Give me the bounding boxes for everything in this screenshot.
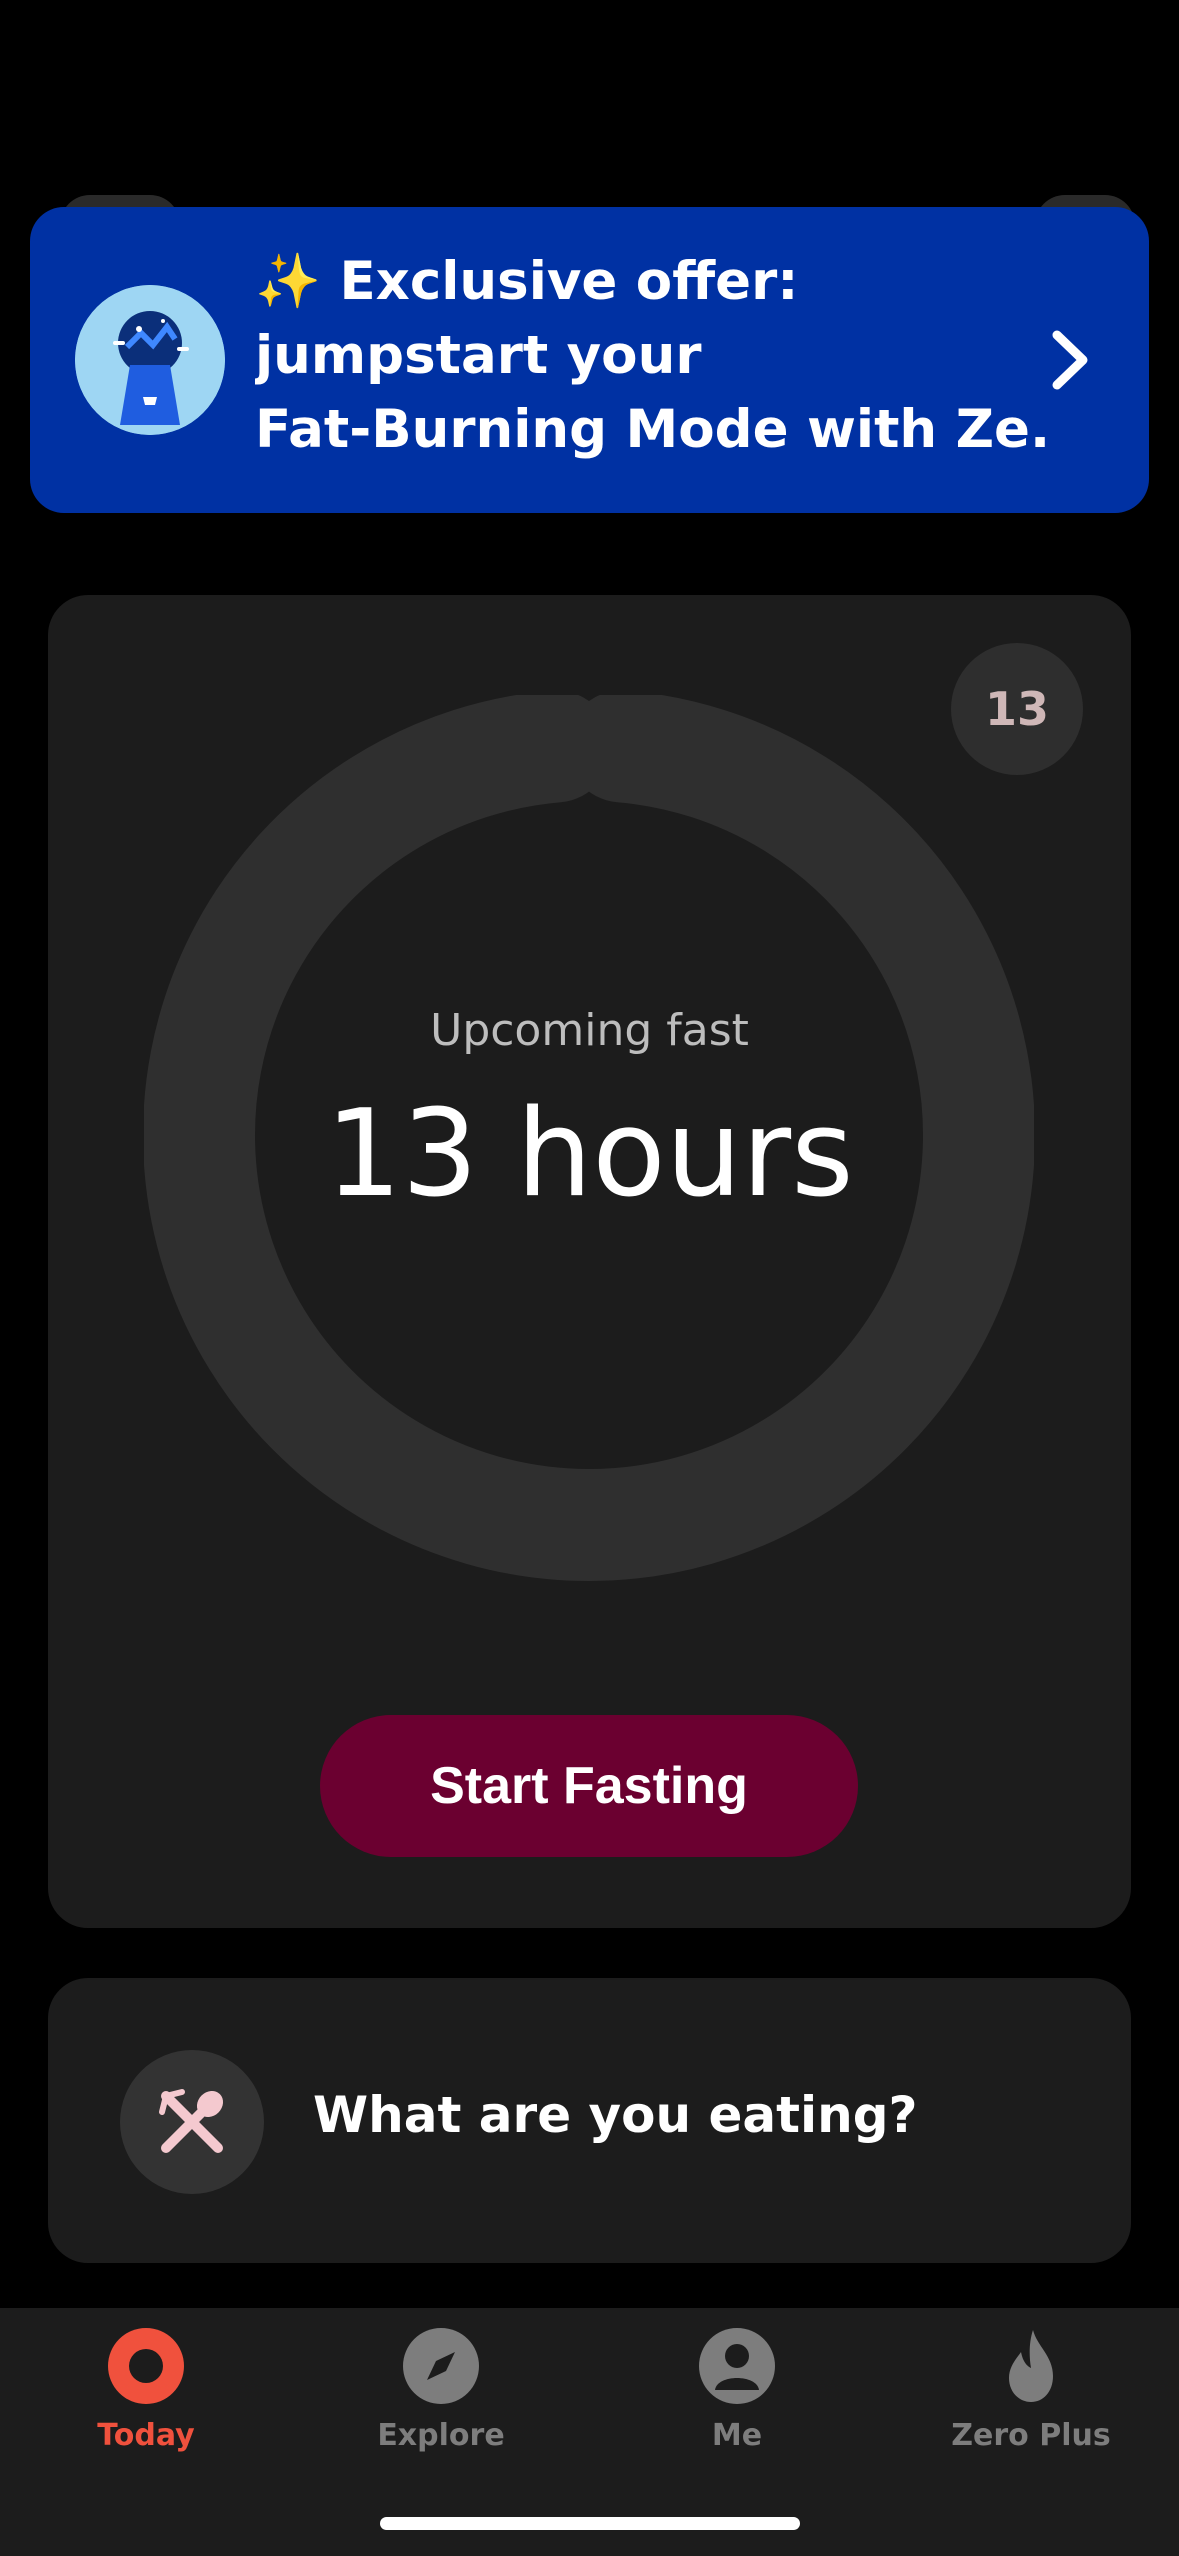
offer-line-1: ✨ Exclusive offer: <box>255 251 799 312</box>
fast-duration: 13 hours <box>325 1085 854 1224</box>
flame-icon <box>1009 2330 1053 2402</box>
tab-explore[interactable]: Explore <box>321 2328 561 2453</box>
start-fasting-button[interactable]: Start Fasting <box>320 1715 858 1857</box>
home-indicator[interactable] <box>380 2517 800 2530</box>
tab-label: Today <box>97 2418 195 2453</box>
person-icon <box>699 2328 775 2404</box>
fork-spoon-icon <box>120 2050 264 2194</box>
exclusive-offer-banner[interactable]: ✨ Exclusive offer: jumpstart your Fat-Bu… <box>30 207 1149 513</box>
fast-status-label: Upcoming fast <box>430 1005 749 1056</box>
fasting-card: 13 Upcoming fast 13 hours Start Fasting <box>48 595 1131 1928</box>
food-log-prompt: What are you eating? <box>313 2086 918 2144</box>
keyhole-illustration-icon <box>75 285 225 435</box>
tab-today[interactable]: Today <box>26 2328 266 2453</box>
offer-line-2: jumpstart your <box>255 325 702 386</box>
offer-text: ✨ Exclusive offer: jumpstart your Fat-Bu… <box>255 245 1055 467</box>
ring-icon <box>108 2328 184 2404</box>
tab-label: Me <box>711 2418 763 2453</box>
tab-zero-plus[interactable]: Zero Plus <box>911 2328 1151 2453</box>
tab-me[interactable]: Me <box>617 2328 857 2453</box>
tab-label: Explore <box>377 2418 505 2453</box>
tab-label: Zero Plus <box>951 2418 1111 2453</box>
compass-icon <box>403 2328 479 2404</box>
chevron-right-icon <box>1052 330 1088 390</box>
offer-line-3: Fat-Burning Mode with Ze... <box>255 399 1055 460</box>
food-log-card[interactable]: What are you eating? <box>48 1978 1131 2263</box>
